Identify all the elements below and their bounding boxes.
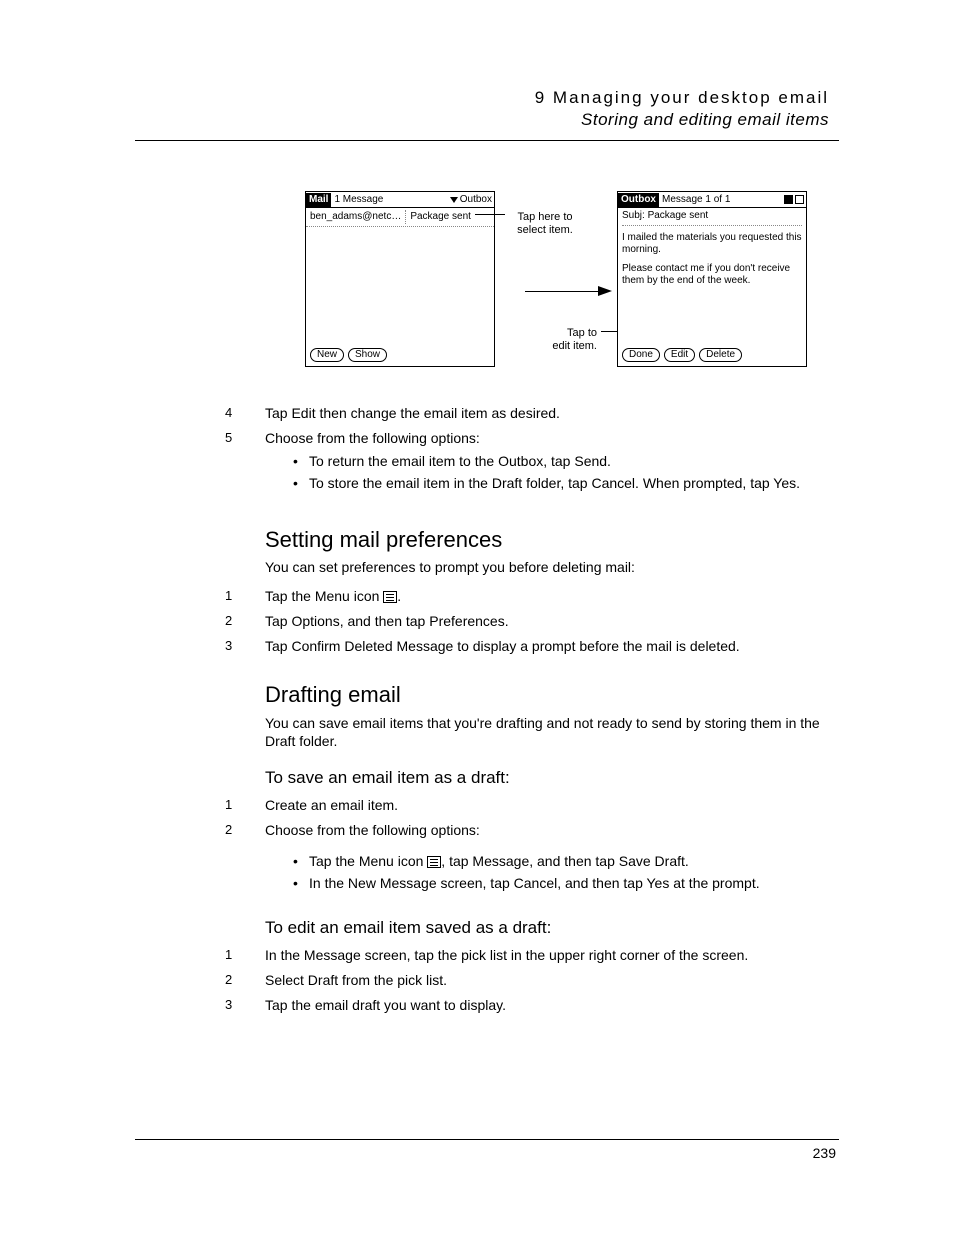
bullet-text: Tap the Menu icon , tap Message, and the…	[309, 852, 689, 871]
step-lead: Choose from the following options:	[265, 821, 839, 840]
figure: Mail 1 Message Outbox ben_adams@netc… Pa…	[305, 191, 839, 386]
step-text: Tap Edit then change the email item as d…	[265, 404, 839, 423]
done-button[interactable]: Done	[622, 348, 660, 362]
step-text: Choose from the following options: •To r…	[265, 429, 839, 501]
step-number: 2	[225, 971, 265, 989]
step-number: 2	[225, 821, 265, 839]
nav-prev-icon[interactable]	[784, 195, 793, 204]
section-title: Storing and editing email items	[135, 110, 829, 130]
app-chip: Mail	[306, 193, 331, 207]
step-number: 3	[225, 996, 265, 1014]
chevron-down-icon	[450, 197, 458, 203]
page: 9 Managing your desktop email Storing an…	[0, 0, 954, 1235]
callout-edit: Tap to edit item.	[547, 327, 597, 353]
app-chip: Outbox	[618, 193, 659, 207]
step: 2 Tap Options, and then tap Preferences.	[225, 612, 839, 631]
step: 2 Select Draft from the pick list.	[225, 971, 839, 990]
step-text: Choose from the following options: •Tap …	[265, 821, 839, 901]
delete-button[interactable]: Delete	[699, 348, 742, 362]
msg-count: 1 Message	[334, 193, 383, 207]
heading-edit-draft: To edit an email item saved as a draft:	[265, 917, 839, 940]
nav-next-icon[interactable]	[795, 195, 804, 204]
callout-select: Tap here to select item.	[505, 211, 585, 237]
step-text: In the Message screen, tap the pick list…	[265, 946, 839, 965]
running-head: 9 Managing your desktop email Storing an…	[135, 88, 829, 130]
step: 3 Tap Confirm Deleted Message to display…	[225, 637, 839, 656]
step: 3 Tap the email draft you want to displa…	[225, 996, 839, 1015]
bullet-text: In the New Message screen, tap Cancel, a…	[309, 874, 760, 893]
msg-index: Message 1 of 1	[662, 193, 730, 207]
step-text: Tap the email draft you want to display.	[265, 996, 839, 1015]
menu-icon	[427, 856, 441, 868]
palm-screen-message-view: Outbox Message 1 of 1 Subj: Package sent…	[617, 191, 807, 367]
row-sender: ben_adams@netc…	[310, 210, 406, 224]
titlebar: Outbox Message 1 of 1	[618, 192, 806, 208]
mail-list-row[interactable]: ben_adams@netc… Package sent	[306, 208, 494, 227]
step-text: Tap Options, and then tap Preferences.	[265, 612, 839, 631]
step-text: Create an email item.	[265, 796, 839, 815]
chapter-title: 9 Managing your desktop email	[135, 88, 829, 108]
section-intro: You can save email items that you're dra…	[265, 714, 839, 752]
body-content: Mail 1 Message Outbox ben_adams@netc… Pa…	[265, 191, 839, 1014]
menu-icon	[383, 591, 397, 603]
step-number: 5	[225, 429, 265, 447]
step-number: 1	[225, 796, 265, 814]
row-subject: Package sent	[410, 210, 471, 224]
folder-picker[interactable]: Outbox	[450, 193, 494, 207]
step-number: 2	[225, 612, 265, 630]
heading-setting-mail-preferences: Setting mail preferences	[265, 525, 839, 555]
step: 2 Choose from the following options: •Ta…	[225, 821, 839, 901]
body-para: I mailed the materials you requested thi…	[622, 232, 802, 257]
header-rule	[135, 140, 839, 141]
palm-screen-mail-list: Mail 1 Message Outbox ben_adams@netc… Pa…	[305, 191, 495, 367]
step-text: Tap Confirm Deleted Message to display a…	[265, 637, 839, 656]
bullet-text: To store the email item in the Draft fol…	[309, 474, 800, 493]
step-text-part: .	[397, 588, 401, 604]
edit-button[interactable]: Edit	[664, 348, 695, 362]
show-button[interactable]: Show	[348, 348, 387, 362]
step-number: 4	[225, 404, 265, 422]
message-body: Subj: Package sent I mailed the material…	[618, 208, 806, 290]
button-bar: Done Edit Delete	[622, 348, 742, 362]
button-bar: New Show	[310, 348, 387, 362]
page-number: 239	[813, 1145, 836, 1161]
subj-value: Package sent	[648, 210, 709, 221]
step-text-part: Tap the Menu icon	[265, 588, 383, 604]
step-lead: Choose from the following options:	[265, 429, 839, 448]
step-number: 1	[225, 587, 265, 605]
titlebar: Mail 1 Message Outbox	[306, 192, 494, 208]
arrow-right-icon	[598, 286, 612, 296]
step-number: 3	[225, 637, 265, 655]
new-button[interactable]: New	[310, 348, 344, 362]
step: 1 In the Message screen, tap the pick li…	[225, 946, 839, 965]
leader-line	[475, 214, 505, 215]
step-number: 1	[225, 946, 265, 964]
leader-line	[525, 291, 600, 292]
subj-label: Subj:	[622, 210, 645, 221]
step-text: Tap the Menu icon .	[265, 587, 839, 606]
step: 1 Tap the Menu icon .	[225, 587, 839, 606]
bullet-text: To return the email item to the Outbox, …	[309, 452, 611, 471]
footer-rule	[135, 1139, 839, 1140]
step: 4 Tap Edit then change the email item as…	[225, 404, 839, 423]
heading-save-draft: To save an email item as a draft:	[265, 767, 839, 790]
step: 5 Choose from the following options: •To…	[225, 429, 839, 501]
step-text: Select Draft from the pick list.	[265, 971, 839, 990]
heading-drafting-email: Drafting email	[265, 680, 839, 710]
folder-label: Outbox	[460, 193, 492, 207]
body-para: Please contact me if you don't receive t…	[622, 263, 802, 288]
section-intro: You can set preferences to prompt you be…	[265, 558, 839, 577]
step: 1 Create an email item.	[225, 796, 839, 815]
